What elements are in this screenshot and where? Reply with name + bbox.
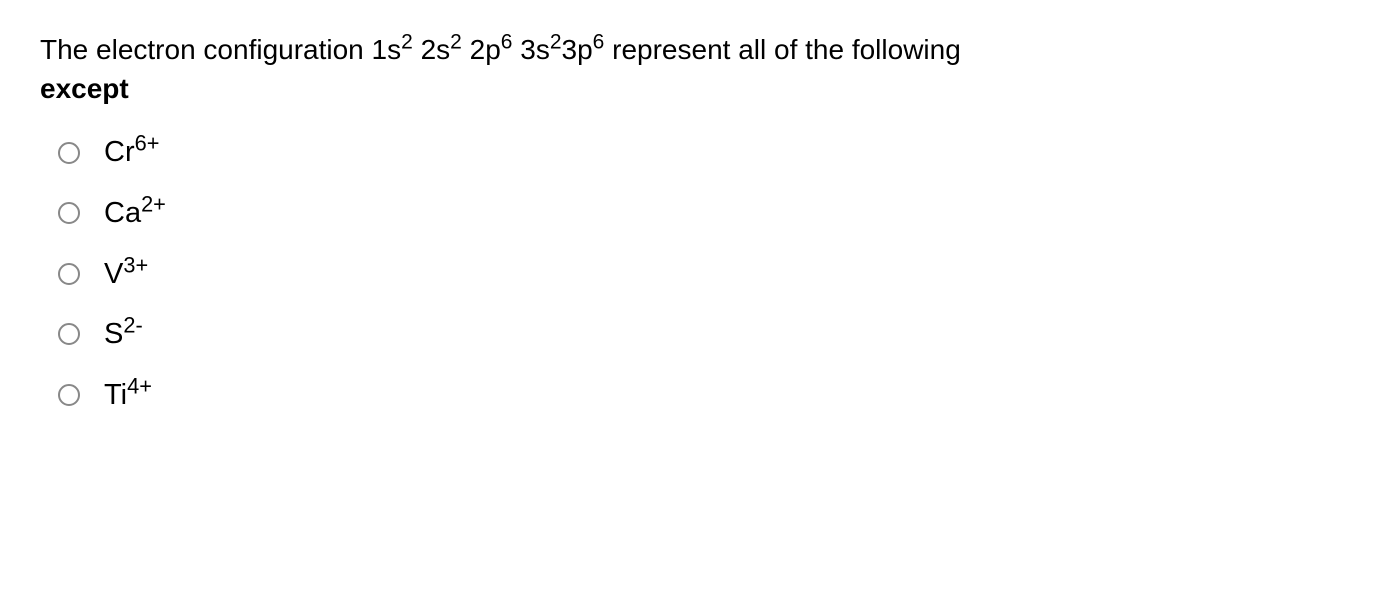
option-base: V xyxy=(104,258,123,290)
option-sup: 3+ xyxy=(123,252,148,277)
config-2p-base: 2p xyxy=(470,34,501,65)
option-s2[interactable]: S2- xyxy=(58,314,1348,355)
option-ti4[interactable]: Ti4+ xyxy=(58,375,1348,416)
option-label: Ca2+ xyxy=(104,193,166,234)
question-middle: represent all of the following xyxy=(604,34,960,65)
config-1s-base: 1s xyxy=(372,34,402,65)
option-sup: 6+ xyxy=(135,131,160,156)
config-1s-sup: 2 xyxy=(401,31,413,54)
radio-icon[interactable] xyxy=(58,202,80,224)
option-base: Ti xyxy=(104,379,127,411)
option-v3[interactable]: V3+ xyxy=(58,254,1348,295)
option-base: Cr xyxy=(104,136,135,168)
option-label: Ti4+ xyxy=(104,375,152,416)
option-ca2[interactable]: Ca2+ xyxy=(58,193,1348,234)
config-3p-base: 3p xyxy=(562,34,593,65)
except-word: except xyxy=(40,73,129,104)
config-3p-sup: 6 xyxy=(593,31,605,54)
option-base: S xyxy=(104,318,123,350)
option-sup: 4+ xyxy=(127,373,152,398)
option-label: S2- xyxy=(104,314,143,355)
config-3s-base: 3s xyxy=(520,34,550,65)
option-label: Cr6+ xyxy=(104,132,159,173)
question-prefix: The electron configuration xyxy=(40,34,372,65)
options-group: Cr6+ Ca2+ V3+ S2- Ti4+ xyxy=(40,132,1348,415)
radio-icon[interactable] xyxy=(58,263,80,285)
radio-icon[interactable] xyxy=(58,384,80,406)
radio-icon[interactable] xyxy=(58,323,80,345)
config-2s-sup: 2 xyxy=(450,31,462,54)
question-text: The electron configuration 1s2 2s2 2p6 3… xyxy=(40,30,1348,108)
radio-icon[interactable] xyxy=(58,142,80,164)
config-3s-sup: 2 xyxy=(550,31,562,54)
config-2p-sup: 6 xyxy=(501,31,513,54)
option-sup: 2- xyxy=(123,313,142,338)
option-cr6[interactable]: Cr6+ xyxy=(58,132,1348,173)
config-2s-base: 2s xyxy=(421,34,451,65)
option-base: Ca xyxy=(104,197,141,229)
option-sup: 2+ xyxy=(141,191,166,216)
option-label: V3+ xyxy=(104,254,148,295)
